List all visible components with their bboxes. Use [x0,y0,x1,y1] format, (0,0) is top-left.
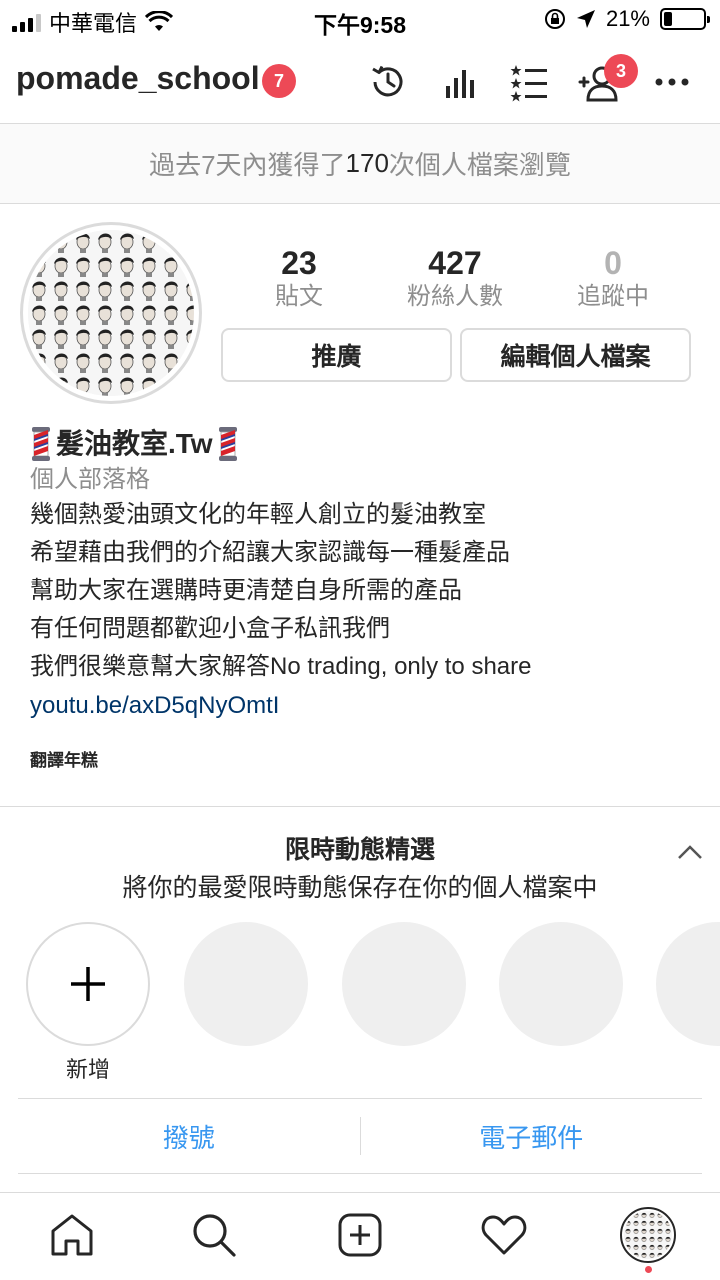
activity-heart-icon[interactable] [480,1211,528,1259]
new-highlight-label: 新增 [65,1057,110,1082]
promote-button[interactable]: 推廣 [221,328,452,382]
new-post-icon[interactable] [336,1211,384,1259]
followers-label: 粉絲人數 [407,283,503,310]
username-title[interactable]: pomade_school [16,60,260,97]
stat-following[interactable]: 0 追蹤中 [528,244,698,312]
bio-line: 有任何問題都歡迎小盒子私訊我們 [30,615,390,642]
notification-badge[interactable]: 7 [262,64,296,98]
views-count: 170 [345,148,389,178]
highlight-placeholder [499,922,623,1046]
email-button[interactable]: 電子郵件 [361,1099,703,1173]
bio-website-link[interactable]: youtu.be/axD5qNyOmtI [30,686,700,726]
activity-indicator-dot [645,1266,652,1273]
translate-bio-link[interactable]: 翻譯年糕 [30,746,98,771]
plus-icon [71,967,105,1001]
contact-bar: 撥號 電子郵件 [18,1098,702,1174]
barber-pole-icon [218,427,237,461]
insights-bars-icon[interactable] [438,60,482,104]
close-friends-list-icon[interactable] [508,60,552,104]
profile-tab-image [624,1211,672,1259]
posts-count: 23 [281,245,317,281]
highlight-placeholder [184,922,308,1046]
bio-line: 我們很樂意幫大家解答No trading, only to share [30,653,532,680]
stat-followers[interactable]: 427 粉絲人數 [370,244,540,312]
following-label: 追蹤中 [577,283,649,310]
highlights-subtitle: 將你的最愛限時動態保存在你的個人檔案中 [122,874,598,902]
following-count: 0 [604,245,622,281]
edit-profile-button[interactable]: 編輯個人檔案 [460,328,691,382]
views-suffix: 次個人檔案瀏覽 [388,150,571,180]
battery-percent: 21% [605,6,650,31]
highlights-title: 限時動態精選 [284,836,435,864]
avatar-image [28,230,194,396]
profile-tab-avatar[interactable] [620,1207,676,1263]
stat-posts[interactable]: 23 貼文 [214,244,384,312]
more-options-icon[interactable] [650,60,694,104]
followers-count: 427 [428,245,482,281]
battery-icon [660,8,710,30]
new-highlight-button[interactable] [26,922,150,1046]
rotation-lock-icon [544,9,565,29]
highlight-placeholder [342,922,466,1046]
section-divider [0,806,720,807]
profile-bio: 髮油教室.Tw 個人部落格 幾個熱愛油頭文化的年輕人創立的髮油教室 希望藉由我們… [30,424,700,726]
views-prefix: 過去7天內獲得了 [149,150,346,180]
follow-request-badge[interactable]: 3 [604,54,638,88]
profile-header: pomade_school 7 3 [0,40,720,124]
bio-line: 幫助大家在選購時更清楚自身所需的產品 [30,577,462,604]
barber-pole-icon [32,427,50,461]
chevron-up-icon[interactable] [676,838,704,866]
bio-line: 希望藉由我們的介紹讓大家認識每一種髮產品 [30,539,510,566]
profile-name-row: 髮油教室.Tw [30,424,700,464]
profile-display-name: 髮油教室.Tw [56,428,213,459]
call-button[interactable]: 撥號 [18,1099,360,1173]
search-icon[interactable] [190,1211,238,1259]
home-icon[interactable] [48,1211,96,1259]
profile-avatar[interactable] [20,222,202,404]
location-arrow-icon [576,10,595,28]
profile-category: 個人部落格 [30,466,150,493]
bottom-tab-bar [0,1192,720,1280]
highlight-placeholder [656,922,720,1046]
posts-label: 貼文 [275,283,323,310]
status-right: 21% [544,6,710,32]
profile-views-banner[interactable]: 過去7天內獲得了 170 次個人檔案瀏覽 [0,124,720,204]
archive-history-icon[interactable] [366,60,410,104]
bio-line: 幾個熱愛油頭文化的年輕人創立的髮油教室 [30,501,486,528]
status-bar: 中華電信 下午9:58 21% [0,0,720,40]
